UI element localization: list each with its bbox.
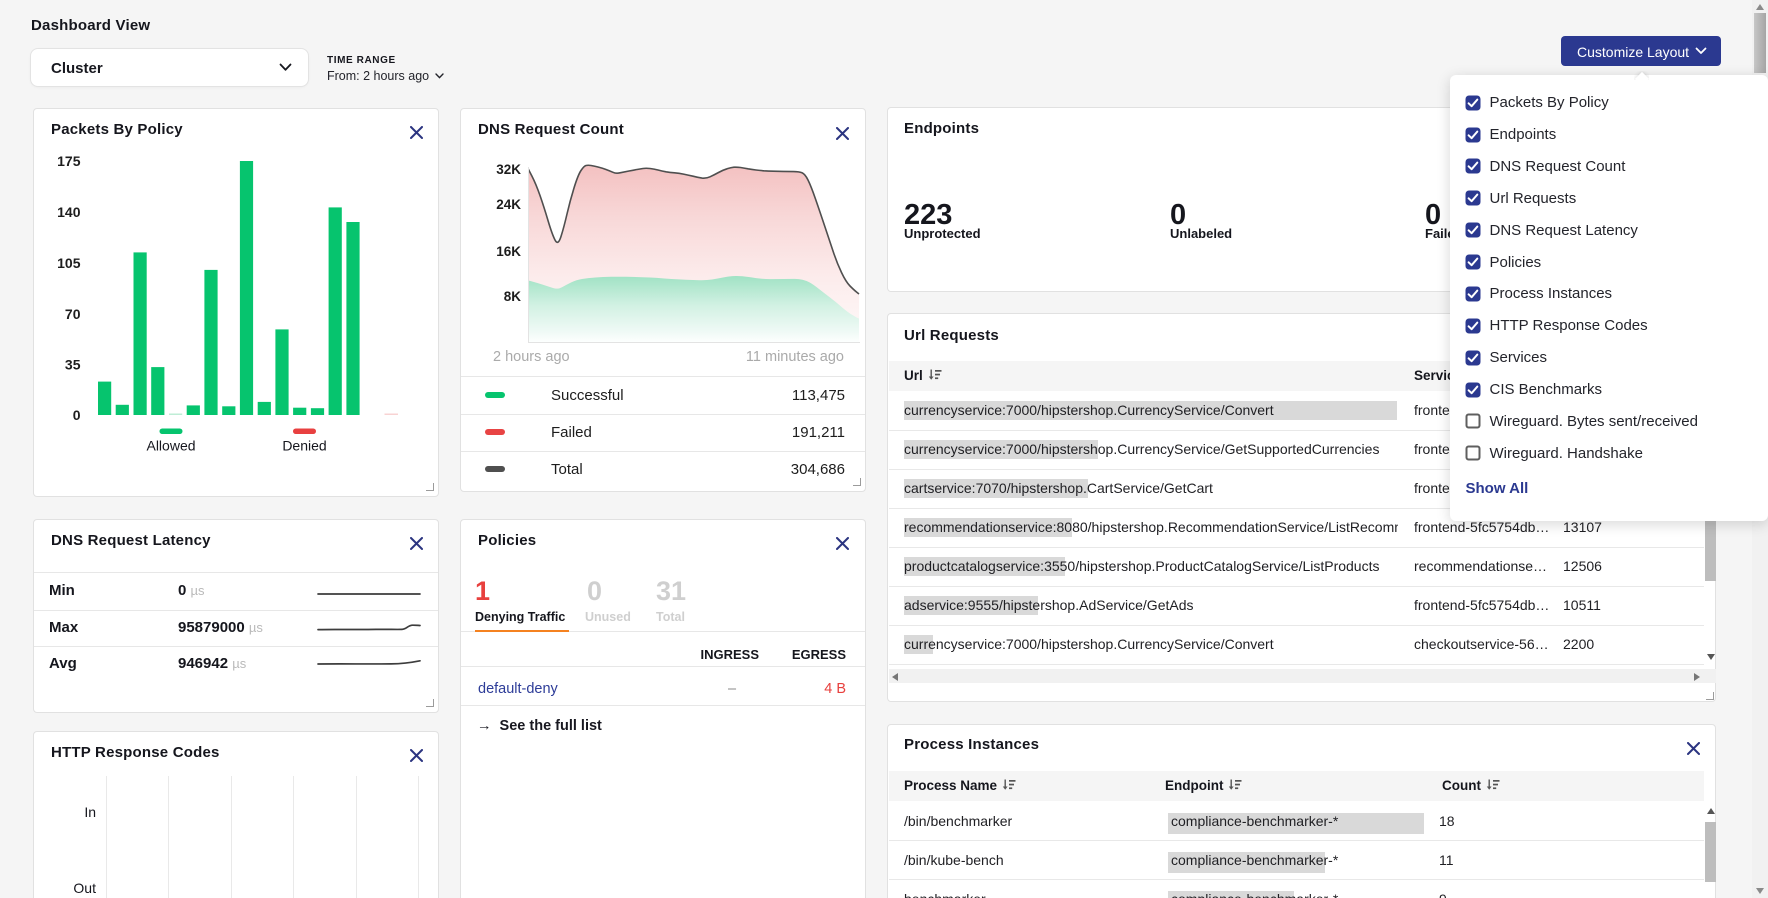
svg-text:Allowed: Allowed: [146, 438, 195, 454]
svg-text:Denied: Denied: [282, 438, 326, 454]
svg-text:140: 140: [57, 204, 81, 220]
svg-text:35: 35: [65, 357, 81, 373]
svg-text:105: 105: [57, 255, 81, 271]
svg-text:175: 175: [57, 153, 81, 169]
svg-text:0: 0: [73, 407, 81, 423]
svg-text:70: 70: [65, 306, 81, 322]
